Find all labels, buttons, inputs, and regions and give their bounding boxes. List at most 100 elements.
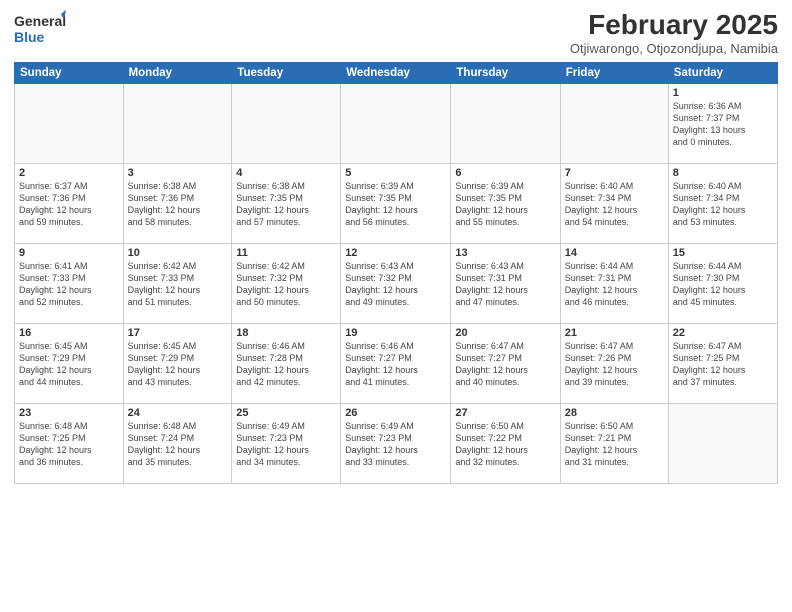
calendar-cell: 5Sunrise: 6:39 AM Sunset: 7:35 PM Daylig… <box>341 163 451 243</box>
day-number: 3 <box>128 167 228 179</box>
day-info: Sunrise: 6:43 AM Sunset: 7:32 PM Dayligh… <box>345 260 446 309</box>
header: General Blue February 2025 Otjiwarongo, … <box>14 10 778 56</box>
day-info: Sunrise: 6:38 AM Sunset: 7:35 PM Dayligh… <box>236 180 336 229</box>
day-number: 17 <box>128 327 228 339</box>
day-info: Sunrise: 6:44 AM Sunset: 7:31 PM Dayligh… <box>565 260 664 309</box>
day-info: Sunrise: 6:47 AM Sunset: 7:25 PM Dayligh… <box>673 340 773 389</box>
day-info: Sunrise: 6:39 AM Sunset: 7:35 PM Dayligh… <box>345 180 446 229</box>
week-row-2: 9Sunrise: 6:41 AM Sunset: 7:33 PM Daylig… <box>15 243 778 323</box>
day-info: Sunrise: 6:40 AM Sunset: 7:34 PM Dayligh… <box>673 180 773 229</box>
day-info: Sunrise: 6:48 AM Sunset: 7:24 PM Dayligh… <box>128 420 228 469</box>
col-header-wednesday: Wednesday <box>341 62 451 83</box>
day-number: 24 <box>128 407 228 419</box>
calendar-cell: 23Sunrise: 6:48 AM Sunset: 7:25 PM Dayli… <box>15 403 124 483</box>
day-info: Sunrise: 6:42 AM Sunset: 7:32 PM Dayligh… <box>236 260 336 309</box>
day-number: 21 <box>565 327 664 339</box>
day-info: Sunrise: 6:50 AM Sunset: 7:22 PM Dayligh… <box>455 420 555 469</box>
day-number: 23 <box>19 407 119 419</box>
calendar-cell: 3Sunrise: 6:38 AM Sunset: 7:36 PM Daylig… <box>123 163 232 243</box>
week-row-0: 1Sunrise: 6:36 AM Sunset: 7:37 PM Daylig… <box>15 83 778 163</box>
calendar-cell: 11Sunrise: 6:42 AM Sunset: 7:32 PM Dayli… <box>232 243 341 323</box>
col-header-monday: Monday <box>123 62 232 83</box>
calendar-cell <box>668 403 777 483</box>
calendar-cell <box>232 83 341 163</box>
calendar-cell: 8Sunrise: 6:40 AM Sunset: 7:34 PM Daylig… <box>668 163 777 243</box>
col-header-friday: Friday <box>560 62 668 83</box>
day-info: Sunrise: 6:36 AM Sunset: 7:37 PM Dayligh… <box>673 100 773 149</box>
col-header-tuesday: Tuesday <box>232 62 341 83</box>
calendar-cell: 10Sunrise: 6:42 AM Sunset: 7:33 PM Dayli… <box>123 243 232 323</box>
day-info: Sunrise: 6:50 AM Sunset: 7:21 PM Dayligh… <box>565 420 664 469</box>
day-number: 12 <box>345 247 446 259</box>
calendar-cell: 6Sunrise: 6:39 AM Sunset: 7:35 PM Daylig… <box>451 163 560 243</box>
calendar-cell: 26Sunrise: 6:49 AM Sunset: 7:23 PM Dayli… <box>341 403 451 483</box>
day-info: Sunrise: 6:43 AM Sunset: 7:31 PM Dayligh… <box>455 260 555 309</box>
day-info: Sunrise: 6:44 AM Sunset: 7:30 PM Dayligh… <box>673 260 773 309</box>
svg-text:Blue: Blue <box>14 29 45 45</box>
calendar-cell: 1Sunrise: 6:36 AM Sunset: 7:37 PM Daylig… <box>668 83 777 163</box>
page: General Blue February 2025 Otjiwarongo, … <box>0 0 792 612</box>
calendar-cell: 2Sunrise: 6:37 AM Sunset: 7:36 PM Daylig… <box>15 163 124 243</box>
week-row-4: 23Sunrise: 6:48 AM Sunset: 7:25 PM Dayli… <box>15 403 778 483</box>
day-number: 10 <box>128 247 228 259</box>
month-title: February 2025 <box>570 10 778 41</box>
day-number: 27 <box>455 407 555 419</box>
calendar-cell: 24Sunrise: 6:48 AM Sunset: 7:24 PM Dayli… <box>123 403 232 483</box>
day-number: 13 <box>455 247 555 259</box>
day-info: Sunrise: 6:46 AM Sunset: 7:28 PM Dayligh… <box>236 340 336 389</box>
calendar-cell: 7Sunrise: 6:40 AM Sunset: 7:34 PM Daylig… <box>560 163 668 243</box>
calendar-cell: 13Sunrise: 6:43 AM Sunset: 7:31 PM Dayli… <box>451 243 560 323</box>
day-number: 25 <box>236 407 336 419</box>
col-header-saturday: Saturday <box>668 62 777 83</box>
calendar-cell: 27Sunrise: 6:50 AM Sunset: 7:22 PM Dayli… <box>451 403 560 483</box>
calendar: SundayMondayTuesdayWednesdayThursdayFrid… <box>14 62 778 484</box>
calendar-cell: 18Sunrise: 6:46 AM Sunset: 7:28 PM Dayli… <box>232 323 341 403</box>
day-number: 8 <box>673 167 773 179</box>
day-info: Sunrise: 6:49 AM Sunset: 7:23 PM Dayligh… <box>236 420 336 469</box>
day-number: 26 <box>345 407 446 419</box>
day-info: Sunrise: 6:37 AM Sunset: 7:36 PM Dayligh… <box>19 180 119 229</box>
calendar-cell <box>123 83 232 163</box>
calendar-cell <box>341 83 451 163</box>
calendar-cell <box>451 83 560 163</box>
day-info: Sunrise: 6:48 AM Sunset: 7:25 PM Dayligh… <box>19 420 119 469</box>
day-info: Sunrise: 6:47 AM Sunset: 7:26 PM Dayligh… <box>565 340 664 389</box>
calendar-cell: 9Sunrise: 6:41 AM Sunset: 7:33 PM Daylig… <box>15 243 124 323</box>
calendar-cell: 17Sunrise: 6:45 AM Sunset: 7:29 PM Dayli… <box>123 323 232 403</box>
day-number: 6 <box>455 167 555 179</box>
day-info: Sunrise: 6:38 AM Sunset: 7:36 PM Dayligh… <box>128 180 228 229</box>
calendar-cell: 28Sunrise: 6:50 AM Sunset: 7:21 PM Dayli… <box>560 403 668 483</box>
day-number: 2 <box>19 167 119 179</box>
calendar-cell: 21Sunrise: 6:47 AM Sunset: 7:26 PM Dayli… <box>560 323 668 403</box>
day-number: 7 <box>565 167 664 179</box>
logo-svg: General Blue <box>14 10 66 46</box>
svg-text:General: General <box>14 13 66 29</box>
location: Otjiwarongo, Otjozondjupa, Namibia <box>570 41 778 56</box>
day-info: Sunrise: 6:42 AM Sunset: 7:33 PM Dayligh… <box>128 260 228 309</box>
day-info: Sunrise: 6:47 AM Sunset: 7:27 PM Dayligh… <box>455 340 555 389</box>
calendar-cell: 20Sunrise: 6:47 AM Sunset: 7:27 PM Dayli… <box>451 323 560 403</box>
calendar-cell: 25Sunrise: 6:49 AM Sunset: 7:23 PM Dayli… <box>232 403 341 483</box>
col-header-sunday: Sunday <box>15 62 124 83</box>
day-info: Sunrise: 6:40 AM Sunset: 7:34 PM Dayligh… <box>565 180 664 229</box>
day-number: 22 <box>673 327 773 339</box>
calendar-cell: 12Sunrise: 6:43 AM Sunset: 7:32 PM Dayli… <box>341 243 451 323</box>
col-header-thursday: Thursday <box>451 62 560 83</box>
calendar-cell <box>15 83 124 163</box>
day-number: 18 <box>236 327 336 339</box>
calendar-cell: 15Sunrise: 6:44 AM Sunset: 7:30 PM Dayli… <box>668 243 777 323</box>
calendar-cell: 19Sunrise: 6:46 AM Sunset: 7:27 PM Dayli… <box>341 323 451 403</box>
day-number: 16 <box>19 327 119 339</box>
day-number: 20 <box>455 327 555 339</box>
day-info: Sunrise: 6:46 AM Sunset: 7:27 PM Dayligh… <box>345 340 446 389</box>
day-number: 19 <box>345 327 446 339</box>
day-number: 28 <box>565 407 664 419</box>
day-info: Sunrise: 6:41 AM Sunset: 7:33 PM Dayligh… <box>19 260 119 309</box>
calendar-cell: 16Sunrise: 6:45 AM Sunset: 7:29 PM Dayli… <box>15 323 124 403</box>
week-row-3: 16Sunrise: 6:45 AM Sunset: 7:29 PM Dayli… <box>15 323 778 403</box>
day-info: Sunrise: 6:45 AM Sunset: 7:29 PM Dayligh… <box>19 340 119 389</box>
header-row: SundayMondayTuesdayWednesdayThursdayFrid… <box>15 62 778 83</box>
day-info: Sunrise: 6:49 AM Sunset: 7:23 PM Dayligh… <box>345 420 446 469</box>
calendar-cell: 14Sunrise: 6:44 AM Sunset: 7:31 PM Dayli… <box>560 243 668 323</box>
day-number: 9 <box>19 247 119 259</box>
